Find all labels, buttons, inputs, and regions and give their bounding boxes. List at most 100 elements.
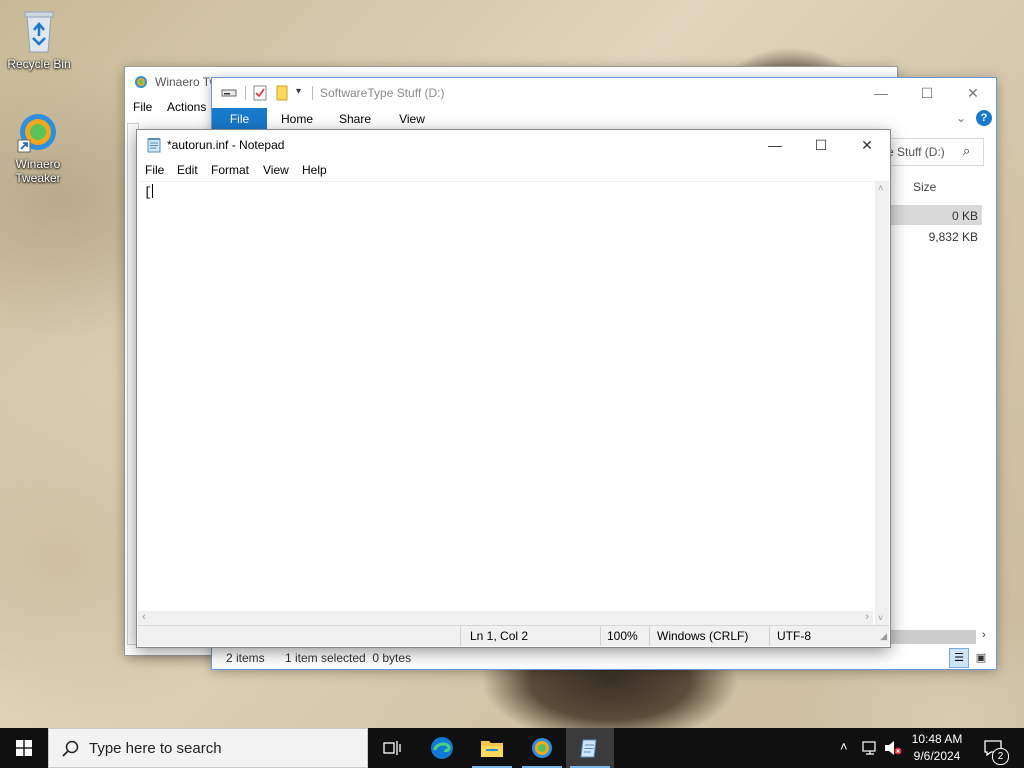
winaero-tweaker-icon — [532, 738, 552, 758]
ribbon-tab-share[interactable]: Share — [332, 108, 378, 130]
winaero-tweaker-icon — [17, 114, 56, 153]
notepad-icon — [580, 739, 597, 758]
notepad-menu-format[interactable]: Format — [211, 163, 249, 177]
taskbar-file-explorer[interactable] — [468, 728, 516, 768]
search-placeholder: Type here to search — [89, 740, 222, 757]
recycle-bin-icon — [24, 11, 54, 53]
desktop-icon-label: Recycle Bin — [7, 57, 71, 71]
windows-logo-icon — [16, 740, 32, 756]
notepad-app-icon — [147, 138, 161, 153]
explorer-status-selected: 1 item selected 0 bytes — [285, 651, 412, 665]
explorer-ribbon: File Home Share View ⌄ ? — [212, 108, 996, 130]
notepad-menu-help[interactable]: Help — [302, 163, 327, 177]
taskbar-notepad[interactable] — [566, 728, 614, 768]
status-line-ending: Windows (CRLF) — [657, 629, 749, 643]
status-cursor-position: Ln 1, Col 2 — [470, 629, 529, 643]
drive-icon — [221, 89, 237, 97]
scroll-up-icon[interactable]: ˄ — [878, 183, 883, 193]
task-view-icon — [383, 741, 401, 755]
column-header-size[interactable]: Size — [913, 180, 936, 194]
explorer-maximize-button[interactable]: ☐ — [904, 78, 950, 108]
help-icon[interactable]: ? — [976, 110, 992, 126]
explorer-title: SoftwareType Stuff (D:) — [320, 86, 445, 100]
taskbar-search-box[interactable]: Type here to search — [48, 728, 368, 768]
notepad-close-button[interactable]: ✕ — [844, 130, 890, 160]
status-separator — [649, 626, 650, 646]
explorer-search-box[interactable]: e Stuff (D:) ⌕ — [884, 138, 984, 166]
winaero-title: Winaero Tw — [155, 75, 219, 89]
file-size: 9,832 KB — [928, 230, 978, 244]
notepad-menubar: File Edit Format View Help — [137, 161, 890, 181]
text-caret — [151, 184, 153, 198]
ribbon-tab-file[interactable]: File — [212, 108, 267, 130]
search-box-text: e Stuff (D:) — [887, 145, 945, 159]
task-view-button[interactable] — [368, 728, 416, 768]
show-hidden-icons-icon[interactable]: ˄ — [840, 739, 848, 754]
scroll-down-icon[interactable]: ˅ — [878, 613, 883, 623]
scroll-right-icon[interactable]: › — [982, 629, 986, 641]
search-icon — [62, 740, 79, 757]
notepad-minimize-button[interactable]: — — [752, 130, 798, 160]
title-separator — [312, 86, 313, 100]
notepad-window[interactable]: *autorun.inf - Notepad — ☐ ✕ File Edit F… — [137, 130, 890, 647]
taskbar-winaero-tweaker[interactable] — [518, 728, 566, 768]
explorer-titlebar[interactable]: ▾ SoftwareType Stuff (D:) — ☐ ✕ — [212, 78, 996, 108]
volume-muted-icon[interactable] — [884, 740, 902, 756]
folder-icon — [481, 741, 503, 757]
clock-date: 9/6/2024 — [913, 749, 961, 763]
explorer-minimize-button[interactable]: — — [858, 78, 904, 108]
winaero-app-icon — [135, 76, 147, 88]
notepad-menu-view[interactable]: View — [263, 163, 289, 177]
edge-browser-icon — [431, 737, 453, 759]
notepad-text-content: [ — [144, 184, 153, 200]
status-separator — [600, 626, 601, 646]
notepad-menu-file[interactable]: File — [145, 163, 164, 177]
details-view-icon[interactable]: ☰ — [949, 648, 969, 668]
notepad-maximize-button[interactable]: ☐ — [798, 130, 844, 160]
status-separator — [460, 626, 461, 646]
quick-access-separator — [245, 86, 246, 100]
notepad-horizontal-scrollbar[interactable]: ‹ › — [138, 611, 873, 625]
notepad-status-bar: Ln 1, Col 2 100% Windows (CRLF) UTF-8 ◢ — [138, 625, 889, 646]
desktop-icon-recycle-bin[interactable]: Recycle Bin — [4, 8, 74, 71]
winaero-menu-file[interactable]: File — [133, 100, 152, 114]
customize-quick-access-icon[interactable]: ▾ — [296, 86, 301, 97]
notepad-title: *autorun.inf - Notepad — [167, 138, 285, 152]
winaero-menu-actions[interactable]: Actions — [167, 100, 206, 114]
notification-count-badge: 2 — [992, 748, 1009, 765]
clock-time: 10:48 AM — [911, 732, 963, 746]
notepad-titlebar[interactable]: *autorun.inf - Notepad — ☐ ✕ — [137, 130, 890, 160]
scroll-left-icon[interactable]: ‹ — [142, 611, 146, 623]
network-icon[interactable] — [862, 740, 880, 756]
notepad-text-area[interactable]: [ — [138, 181, 873, 626]
desktop-icon-label: Winaero Tweaker — [15, 157, 61, 185]
ribbon-tab-view[interactable]: View — [390, 108, 434, 130]
file-size: 0 KB — [951, 209, 978, 223]
status-separator — [769, 626, 770, 646]
file-row[interactable]: 9,832 KB — [888, 227, 982, 247]
notepad-vertical-scrollbar[interactable]: ˄ ˅ — [875, 181, 889, 625]
text-value: [ — [144, 185, 152, 200]
desktop: Recycle Bin Winaero Tweaker Winaero Tw F… — [0, 0, 1024, 728]
properties-icon[interactable] — [253, 85, 267, 101]
taskbar-edge[interactable] — [418, 728, 466, 768]
search-icon: ⌕ — [963, 143, 971, 158]
taskbar: Type here to search ˄ 10:48 AM 9/6/2024 … — [0, 728, 1024, 768]
new-folder-icon[interactable] — [276, 85, 288, 101]
status-encoding: UTF-8 — [777, 629, 811, 643]
desktop-icon-winaero-tweaker[interactable]: Winaero Tweaker — [3, 110, 73, 185]
status-zoom: 100% — [607, 629, 638, 643]
start-button[interactable] — [0, 728, 48, 768]
scroll-right-icon[interactable]: › — [865, 611, 869, 623]
ribbon-expand-icon[interactable]: ⌄ — [956, 111, 966, 125]
explorer-close-button[interactable]: ✕ — [950, 78, 996, 108]
ribbon-tab-home[interactable]: Home — [274, 108, 320, 130]
file-row[interactable]: 0 KB — [888, 205, 982, 225]
notepad-menu-edit[interactable]: Edit — [177, 163, 198, 177]
resize-grip-icon[interactable]: ◢ — [880, 631, 887, 642]
explorer-hscrollbar[interactable] — [890, 630, 976, 644]
system-clock[interactable]: 10:48 AM 9/6/2024 — [902, 731, 972, 765]
large-icons-view-icon[interactable]: ▣ — [972, 649, 990, 667]
explorer-status-items: 2 items — [226, 651, 265, 665]
action-center-button[interactable]: 2 — [980, 728, 1024, 768]
